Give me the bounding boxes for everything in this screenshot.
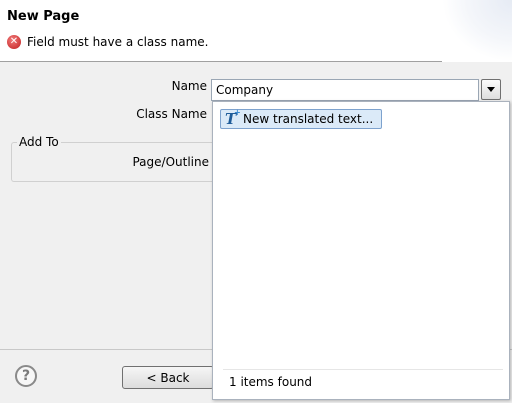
- proposal-item-new-translated-text[interactable]: T + New translated text...: [220, 107, 383, 129]
- add-to-group-title: Add To: [17, 135, 61, 149]
- class-name-label: Class Name: [136, 107, 207, 121]
- items-found-status: 1 items found: [223, 369, 503, 393]
- error-icon: ✕: [7, 35, 21, 49]
- header-banner-graphic: [442, 0, 512, 62]
- translated-text-icon: T +: [225, 107, 241, 128]
- content-assist-popup: T + New translated text... 1 items found: [212, 101, 510, 400]
- back-button[interactable]: < Back: [122, 366, 214, 389]
- help-icon[interactable]: ?: [15, 365, 37, 387]
- proposal-item-label: New translated text...: [243, 112, 374, 126]
- name-dropdown-button[interactable]: [481, 79, 501, 100]
- error-message-row: ✕ Field must have a class name.: [7, 34, 208, 50]
- page-outline-label: Page/Outline: [132, 155, 209, 169]
- page-title: New Page: [7, 9, 80, 24]
- name-label: Name: [171, 79, 207, 93]
- error-message: Field must have a class name.: [27, 35, 209, 49]
- name-field[interactable]: [211, 79, 479, 101]
- chevron-down-icon: [487, 87, 495, 92]
- wizard-header: New Page ✕ Field must have a class name.: [0, 0, 512, 62]
